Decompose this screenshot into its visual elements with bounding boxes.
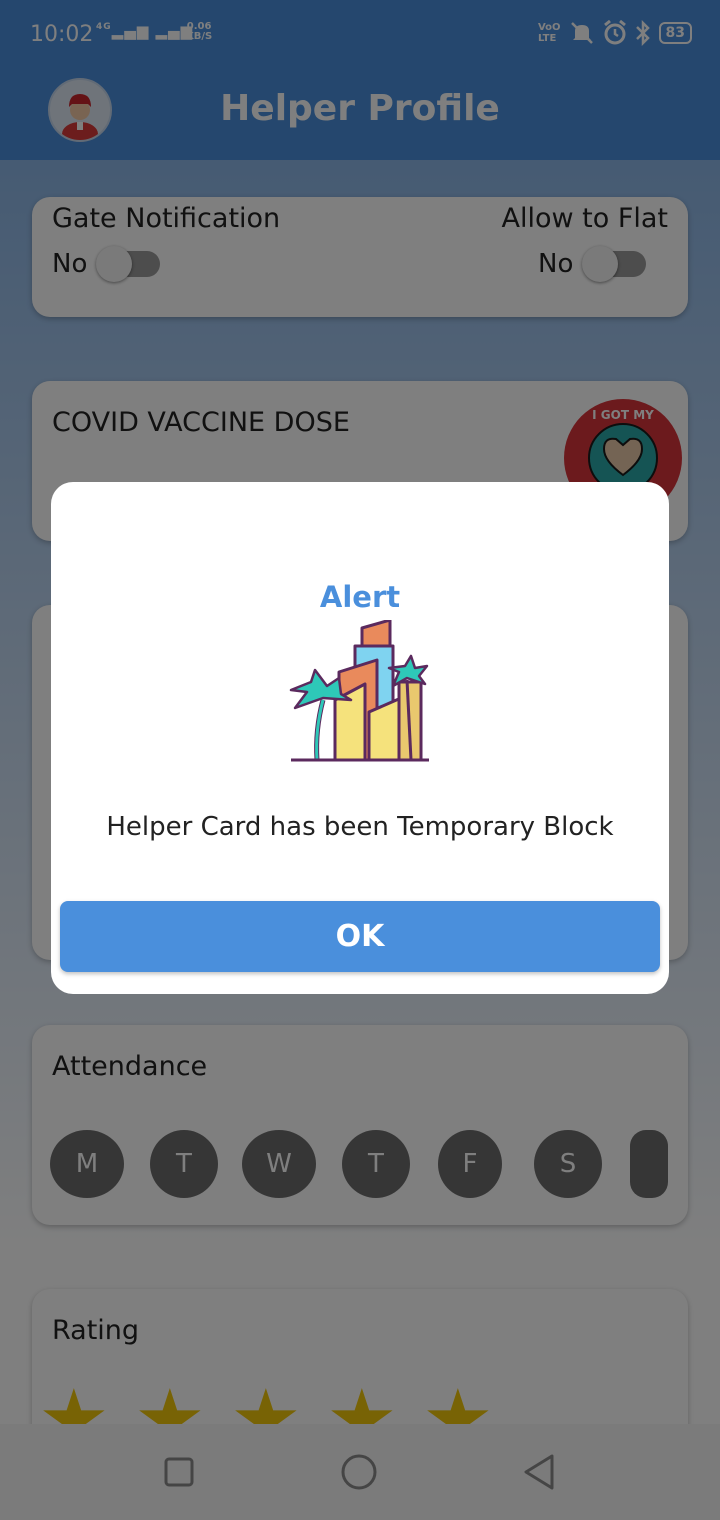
alert-dialog: Alert Helper Card has been Temporary Blo… (51, 482, 669, 994)
ok-button[interactable]: OK (60, 901, 660, 972)
dialog-title: Alert (319, 580, 401, 614)
city-buildings-icon (289, 620, 429, 762)
dialog-message: Helper Card has been Temporary Block (106, 812, 614, 842)
